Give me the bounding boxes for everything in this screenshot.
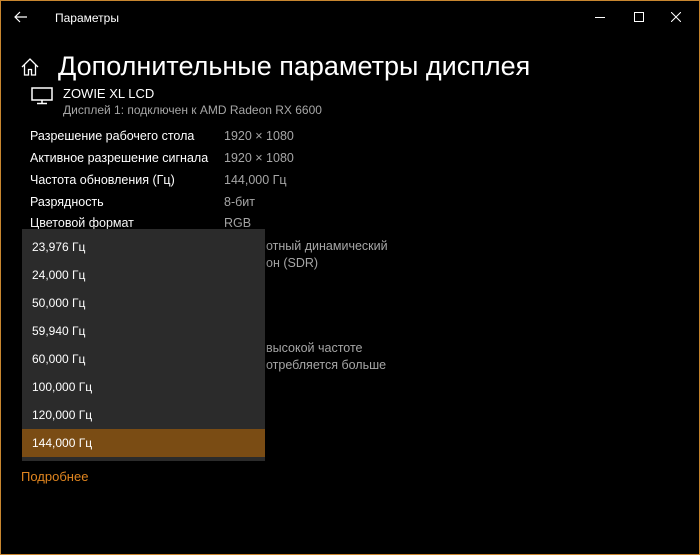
- info-label: Цветовой формат: [30, 216, 134, 230]
- window-title: Параметры: [55, 11, 119, 25]
- settings-window: Параметры Дополнительные параметры диспл…: [0, 0, 700, 555]
- monitor-subtitle: Дисплей 1: подключен к AMD Radeon RX 660…: [63, 103, 322, 117]
- back-button[interactable]: [9, 5, 33, 29]
- more-info-link[interactable]: Подробнее: [21, 469, 88, 484]
- dropdown-option[interactable]: 24,000 Гц: [22, 261, 265, 289]
- dropdown-option[interactable]: 23,976 Гц: [22, 233, 265, 261]
- info-value: 1920 × 1080: [224, 129, 294, 143]
- info-row-refresh-rate: Частота обновления (Гц) 144,000 Гц: [30, 173, 450, 193]
- minimize-icon: [595, 17, 605, 18]
- close-icon: [671, 12, 681, 22]
- close-button[interactable]: [653, 1, 699, 33]
- home-button[interactable]: [20, 57, 40, 77]
- monitor-icon: [31, 87, 53, 105]
- partial-text: высокой частоте: [266, 341, 363, 355]
- info-row-active-resolution: Активное разрешение сигнала 1920 × 1080: [30, 151, 450, 171]
- dropdown-option[interactable]: 50,000 Гц: [22, 289, 265, 317]
- info-label: Разрешение рабочего стола: [30, 129, 195, 143]
- back-arrow-icon: [14, 11, 27, 23]
- info-label: Частота обновления (Гц): [30, 173, 175, 187]
- home-icon: [21, 58, 39, 76]
- dropdown-option-selected[interactable]: 144,000 Гц: [22, 429, 265, 457]
- dropdown-option[interactable]: 100,000 Гц: [22, 373, 265, 401]
- info-row-desktop-resolution: Разрешение рабочего стола 1920 × 1080: [30, 129, 450, 149]
- title-bar: Параметры: [1, 1, 699, 33]
- info-value: 144,000 Гц: [224, 173, 287, 187]
- maximize-icon: [634, 12, 644, 22]
- partial-text: отребляется больше: [266, 358, 387, 372]
- monitor-name: ZOWIE XL LCD: [63, 86, 155, 101]
- info-label: Активное разрешение сигнала: [30, 151, 209, 165]
- refresh-rate-dropdown[interactable]: 23,976 Гц 24,000 Гц 50,000 Гц 59,940 Гц …: [22, 229, 265, 461]
- dropdown-option[interactable]: 59,940 Гц: [22, 317, 265, 345]
- info-row-bit-depth: Разрядность 8-бит: [30, 195, 450, 215]
- page-title: Дополнительные параметры дисплея: [58, 51, 531, 81]
- dropdown-option[interactable]: 120,000 Гц: [22, 401, 265, 429]
- info-label: Разрядность: [30, 195, 104, 209]
- partial-text: отный динамический: [266, 239, 388, 253]
- info-value: 8-бит: [224, 195, 255, 209]
- dropdown-option[interactable]: 60,000 Гц: [22, 345, 265, 373]
- info-value: RGB: [224, 216, 252, 230]
- partial-text: он (SDR): [266, 256, 319, 270]
- info-value: 1920 × 1080: [224, 151, 294, 165]
